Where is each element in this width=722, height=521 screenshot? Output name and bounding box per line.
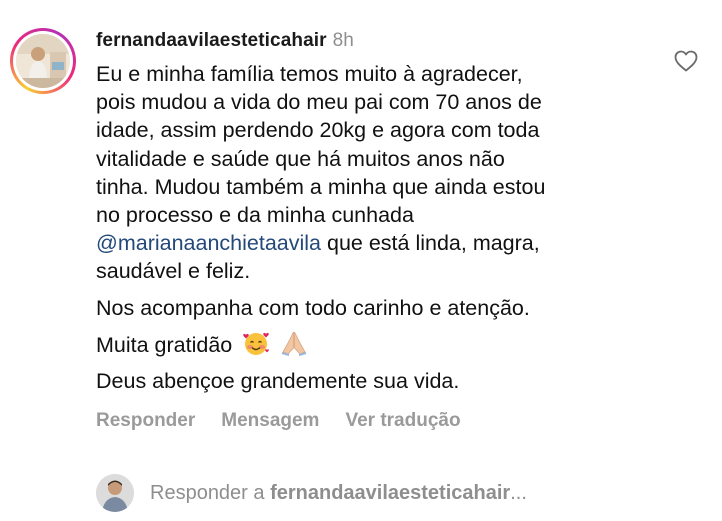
comment-line: saudável e feliz. [96,259,251,284]
mention-link[interactable]: @marianaanchietaavila [96,231,321,255]
comment-line: tinha. Mudou também a minha que ainda es… [96,174,546,199]
like-heart-icon[interactable] [674,50,698,72]
comment-line: que está linda, magra, [321,231,540,256]
comment-line: vitalidade e saúde que há muitos anos nã… [96,146,505,171]
comment-paragraph-3: Muita gratidão [96,330,656,359]
comment-avatar[interactable] [10,28,76,94]
reply-username: fernandaavilaesteticahair [270,482,511,504]
folded-hands-icon [280,330,308,356]
message-button[interactable]: Mensagem [221,410,319,431]
reply-ellipsis: ... [510,482,527,504]
reply-input[interactable]: Responder a fernandaavilaesteticahair... [150,482,527,505]
reply-prefix: Responder a [150,482,271,504]
comment-line: Eu e minha família temos muito à agradec… [96,62,523,86]
comment-time: 8h [332,30,354,51]
comment-paragraph-2: Nos acompanha com todo carinho e atenção… [96,295,530,320]
comment-line: idade, assim perdendo 20kg e agora com t… [96,118,540,143]
reply-bar[interactable]: Responder a fernandaavilaesteticahair... [96,474,716,514]
comment-paragraph-1: Eu e minha família temos muito à agradec… [96,60,656,286]
comment-username[interactable]: fernandaavilaesteticahair [96,30,327,51]
translate-button[interactable]: Ver tradução [345,410,460,431]
comment-body: Eu e minha família temos muito à agradec… [96,60,656,395]
current-user-avatar [96,474,134,512]
comment-line: Muita gratidão [96,332,233,357]
comment-paragraph-4: Deus abençoe grandemente sua vida. [96,369,460,394]
smiling-face-with-hearts-icon [242,330,270,356]
comment-header: fernandaavilaesteticahair 8h [96,30,354,52]
comment-line: pois mudou a vida do meu pai com 70 anos… [96,90,542,115]
comment-actions: Responder Mensagem Ver tradução [96,410,487,432]
comment-line: no processo e da minha cunhada [96,203,414,228]
avatar-photo [16,34,70,88]
reply-button[interactable]: Responder [96,410,195,431]
